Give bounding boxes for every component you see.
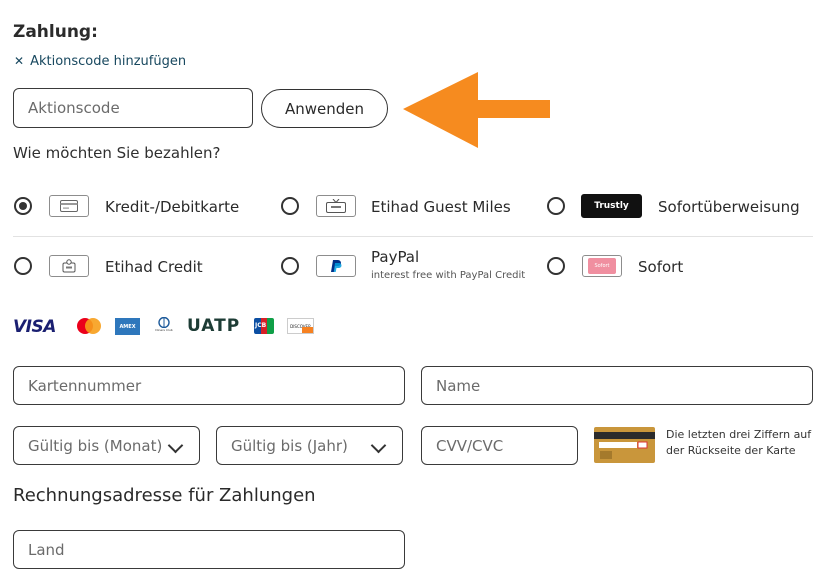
cvv-input[interactable] [436,436,577,455]
sofort-logo-text: Sofort [594,263,610,269]
pointer-arrow-icon [403,72,550,148]
method-label-etihad-guest-miles[interactable]: Etihad Guest Miles [371,198,511,216]
jcb-logo-text: JCB [255,322,267,329]
payment-question: Wie möchten Sie bezahlen? [13,144,221,162]
trustly-logo: Trustly [581,194,642,218]
promo-code-input[interactable] [28,99,252,117]
radio-etihad-credit[interactable] [14,257,32,275]
name-field[interactable] [421,366,813,405]
wallet-icon [49,255,89,277]
diners-club-logo: Diners Club [153,317,175,335]
expiry-year-select[interactable]: Gültig bis (Jahr) [216,426,403,465]
method-label-sofortueberweisung[interactable]: Sofortüberweisung [658,198,800,216]
expiry-month-select[interactable]: Gültig bis (Monat) [13,426,200,465]
country-input[interactable] [28,540,404,559]
apply-button[interactable]: Anwenden [261,89,388,128]
credit-card-icon [49,195,89,217]
method-label-credit-card[interactable]: Kredit-/Debitkarte [105,198,239,216]
uatp-logo: UATP [187,316,241,336]
radio-paypal[interactable] [281,257,299,275]
visa-logo: VISA [13,317,56,337]
chevron-down-icon [370,437,387,454]
paypal-icon [316,255,356,277]
promo-code-toggle[interactable]: ✕ Aktionscode hinzufügen [14,54,186,69]
amex-logo-text: AMEX [119,323,136,330]
method-label-paypal[interactable]: PayPal [371,248,419,266]
radio-etihad-guest-miles[interactable] [281,197,299,215]
trustly-logo-text: Trustly [594,201,629,211]
country-field[interactable] [13,530,405,569]
promo-code-toggle-label: Aktionscode hinzufügen [30,54,187,69]
amex-logo: AMEX [115,318,140,335]
methods-divider [13,236,813,237]
radio-sofortueberweisung[interactable] [547,197,565,215]
card-number-field[interactable] [13,366,405,405]
mastercard-logo [77,318,101,334]
jcb-logo: JCB [254,318,275,334]
chevron-down-icon [167,437,184,454]
paypal-sublabel: interest free with PayPal Credit [371,270,526,281]
method-label-etihad-credit[interactable]: Etihad Credit [105,258,203,276]
tv-miles-icon [316,195,356,217]
expiry-month-placeholder: Gültig bis (Monat) [28,436,163,455]
expiry-year-placeholder: Gültig bis (Jahr) [231,436,348,455]
discover-logo: DISCOVER [287,318,314,334]
card-number-input[interactable] [28,376,404,395]
card-back-illustration [594,427,655,463]
radio-credit-card[interactable] [14,197,32,215]
payment-title: Zahlung: [13,22,98,42]
diners-club-logo-text: Diners Club [155,328,173,332]
cvv-hint-text: Die letzten drei Ziffern auf der Rücksei… [666,428,812,457]
close-icon: ✕ [14,54,25,68]
radio-sofort[interactable] [547,257,565,275]
promo-code-field[interactable] [13,88,253,128]
method-label-sofort[interactable]: Sofort [638,258,683,276]
cvv-field[interactable] [421,426,578,465]
sofort-logo: Sofort [582,255,622,277]
billing-address-title: Rechnungsadresse für Zahlungen [13,485,316,506]
name-input[interactable] [436,376,812,395]
